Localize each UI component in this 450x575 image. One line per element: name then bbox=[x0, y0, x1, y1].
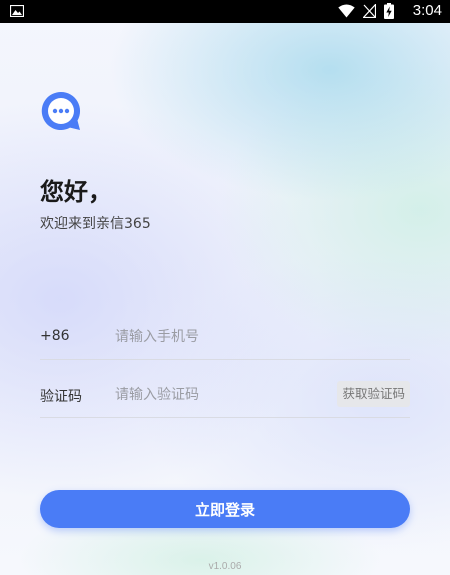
welcome-subtitle: 欢迎来到亲信365 bbox=[40, 216, 151, 232]
clock: 3:04 bbox=[412, 2, 442, 19]
phone-row: +86 bbox=[40, 314, 410, 360]
battery-charging-icon bbox=[384, 3, 394, 19]
chat-bubble-icon bbox=[41, 91, 81, 130]
signal-off-icon bbox=[363, 4, 376, 18]
code-row: 验证码 获取验证码 bbox=[40, 372, 410, 418]
phone-input[interactable] bbox=[115, 322, 315, 352]
status-bar: 3:04 bbox=[0, 0, 450, 23]
wifi-icon bbox=[338, 4, 355, 18]
code-input[interactable] bbox=[115, 380, 315, 410]
get-code-button[interactable]: 获取验证码 bbox=[337, 381, 410, 407]
login-button[interactable]: 立即登录 bbox=[40, 490, 410, 528]
gallery-icon bbox=[10, 5, 24, 17]
background bbox=[0, 0, 450, 575]
greeting-title: 您好， bbox=[40, 178, 112, 206]
version-label: v1.0.06 bbox=[208, 561, 242, 572]
code-label: 验证码 bbox=[40, 389, 82, 405]
country-code-label[interactable]: +86 bbox=[40, 328, 70, 344]
